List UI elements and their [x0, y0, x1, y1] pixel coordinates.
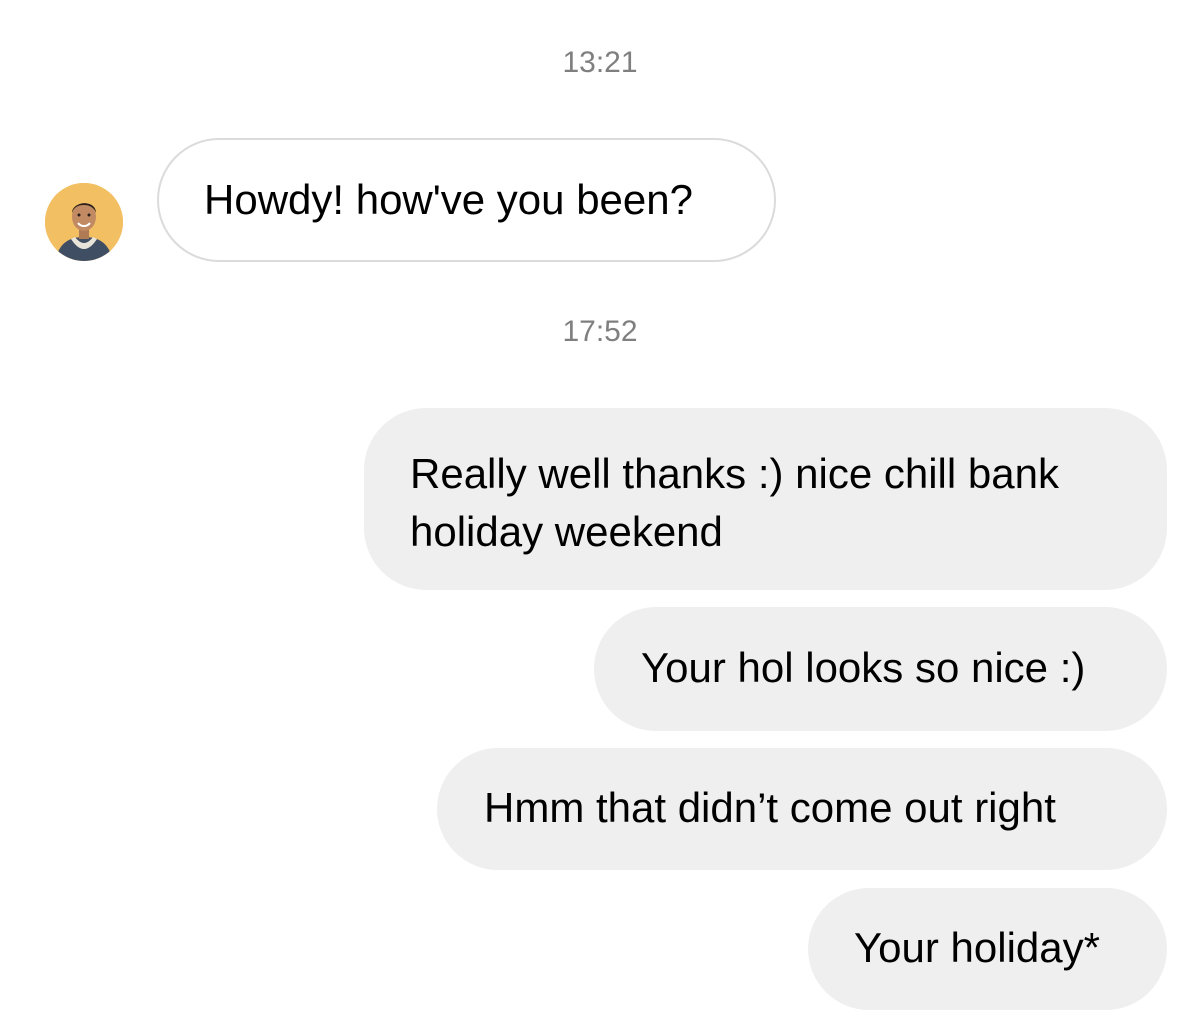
message-text: Your hol looks so nice :)	[641, 644, 1086, 691]
timestamp: 13:21	[562, 46, 638, 79]
outgoing-message-bubble[interactable]: Your holiday*	[808, 888, 1167, 1010]
outgoing-message-bubble[interactable]: Hmm that didn’t come out right	[437, 748, 1167, 870]
message-text: Your holiday*	[854, 924, 1100, 971]
outgoing-message-bubble[interactable]: Your hol looks so nice :)	[594, 607, 1167, 731]
message-text: Howdy! how've you been?	[204, 176, 693, 223]
avatar[interactable]	[45, 183, 123, 261]
incoming-message-bubble[interactable]: Howdy! how've you been?	[157, 138, 776, 262]
timestamp: 17:52	[562, 315, 638, 348]
message-text: Hmm that didn’t come out right	[484, 784, 1056, 831]
message-text: Really well thanks :) nice chill bank	[410, 450, 1059, 497]
profile-photo-avatar-icon	[45, 183, 123, 261]
message-text: holiday weekend	[410, 508, 723, 555]
outgoing-message-bubble[interactable]: Really well thanks :) nice chill bank ho…	[364, 408, 1167, 590]
